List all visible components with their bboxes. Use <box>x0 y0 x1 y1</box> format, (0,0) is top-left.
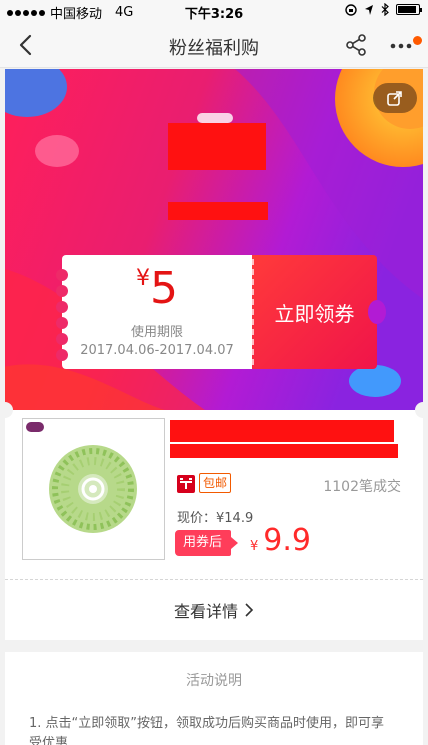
activity-section: 活动说明 1. 点击“立即领取”按钮，领取成功后购买商品时使用，即可享 受优惠 <box>5 652 423 745</box>
share-icon[interactable] <box>344 33 368 57</box>
redacted-subtitle <box>168 202 268 220</box>
notification-dot <box>413 36 422 45</box>
status-right <box>345 3 422 16</box>
banner-share-button[interactable] <box>373 83 417 113</box>
validity-label: 使用期限 <box>130 325 183 340</box>
redacted-title <box>168 123 266 170</box>
location-icon <box>365 4 373 15</box>
final-price: ¥9.9 <box>250 523 311 558</box>
coupon-amount-value: 5 <box>150 263 178 314</box>
activity-rule-line1: 1. 点击“立即领取”按钮，领取成功后购买商品时使用，即可享 <box>29 716 385 731</box>
sales-count: 1102笔成交 <box>323 479 401 495</box>
validity-range: 2017.04.06-2017.04.07 <box>80 343 234 358</box>
bluetooth-icon <box>381 3 389 16</box>
activity-rule: 1. 点击“立即领取”按钮，领取成功后购买商品时使用，即可享 受优惠 <box>29 714 409 745</box>
brand-logo <box>26 422 44 432</box>
coupon-ticket: ¥5 使用期限 2017.04.06-2017.04.07 立即领券 <box>56 255 386 369</box>
orientation-lock-icon <box>345 3 357 16</box>
final-price-currency: ¥ <box>250 539 259 554</box>
tmall-icon <box>177 475 195 493</box>
activity-rule-line2: 受优惠 <box>29 736 69 745</box>
activity-title: 活动说明 <box>186 673 242 689</box>
battery-icon <box>396 4 422 15</box>
status-bar: 中国移动 4G 下午3:26 <box>0 0 428 22</box>
view-details-label: 查看详情 <box>173 602 238 621</box>
carrier-label: 中国移动 <box>50 7 103 22</box>
signal-icon <box>7 9 45 16</box>
free-shipping-badge: 包邮 <box>199 473 232 493</box>
left-notch <box>0 402 13 418</box>
chevron-right-icon <box>245 603 254 617</box>
redacted-product-title-2 <box>170 444 398 458</box>
coupon-currency: ¥ <box>136 266 150 291</box>
product-card: 包邮 1102笔成交 现价：¥14.9 用券后 ¥9.9 <box>0 402 428 580</box>
coupon-value-panel: ¥5 使用期限 2017.04.06-2017.04.07 <box>56 255 252 369</box>
mop-head-image <box>49 445 137 533</box>
product-image[interactable] <box>22 418 165 560</box>
final-price-value: 9.9 <box>263 523 311 558</box>
more-icon[interactable] <box>388 33 416 57</box>
view-details-button[interactable]: 查看详情 <box>5 580 423 640</box>
current-price: 现价：¥14.9 <box>177 511 254 526</box>
claim-coupon-label: 立即领券 <box>274 301 355 326</box>
redacted-product-title <box>170 420 394 442</box>
coupon-banner: ¥5 使用期限 2017.04.06-2017.04.07 立即领券 <box>5 69 423 410</box>
claim-coupon-button[interactable]: 立即领券 <box>252 255 386 369</box>
coupon-amount: ¥5 <box>62 263 252 314</box>
export-icon <box>387 91 402 106</box>
nav-bar: 粉丝福利购 <box>0 22 428 68</box>
network-label: 4G <box>115 5 134 20</box>
status-left: 中国移动 4G <box>7 3 133 22</box>
after-coupon-tag: 用券后 <box>175 530 239 556</box>
back-arrow-icon[interactable] <box>14 32 40 58</box>
right-notch <box>415 402 428 418</box>
